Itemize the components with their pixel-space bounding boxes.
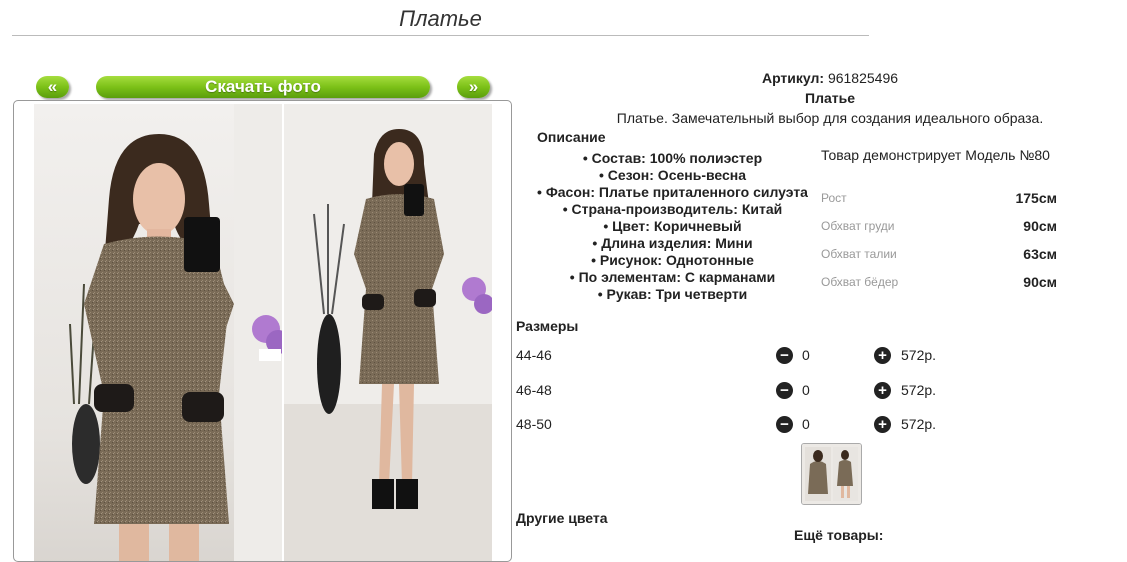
size-label: 46-48 (516, 382, 552, 398)
property-item: Фасон: Платье приталенного силуэта (500, 184, 845, 201)
size-quantity: 0 (802, 347, 810, 363)
other-colors-heading: Другие цвета (516, 510, 608, 526)
property-item: Длина изделия: Мини (500, 235, 845, 252)
property-list: Состав: 100% полиэстер Сезон: Осень-весн… (500, 150, 845, 303)
article-label: Артикул: (761, 70, 825, 86)
measure-row: Рост 175см (821, 184, 1057, 212)
prev-photo-button[interactable]: « (36, 76, 69, 98)
size-price: 572р. (901, 347, 937, 363)
sizes-heading: Размеры (516, 318, 579, 334)
measure-value: 63см (1023, 246, 1057, 262)
size-quantity: 0 (802, 382, 810, 398)
measure-row: Обхват бёдер 90см (821, 268, 1057, 296)
size-row: 48-50 − 0 + 572р. (516, 416, 956, 436)
photo-gallery (13, 100, 512, 562)
size-price: 572р. (901, 382, 937, 398)
size-row: 44-46 − 0 + 572р. (516, 347, 956, 367)
description-heading: Описание (537, 129, 606, 145)
property-item: Рисунок: Однотонные (500, 252, 845, 269)
next-photo-button[interactable]: » (457, 76, 490, 98)
measure-value: 175см (1015, 190, 1057, 206)
minus-circle-icon[interactable]: − (776, 416, 793, 433)
size-label: 44-46 (516, 347, 552, 363)
plus-circle-icon[interactable]: + (874, 347, 891, 364)
model-title: Товар демонстрирует Модель №80 (821, 147, 1050, 163)
measure-value: 90см (1023, 274, 1057, 290)
measure-label: Обхват груди (821, 219, 895, 233)
product-description: Платье. Замечательный выбор для создания… (616, 110, 1044, 126)
plus-circle-icon[interactable]: + (874, 416, 891, 433)
property-item: Страна-производитель: Китай (500, 201, 845, 218)
property-item: Цвет: Коричневый (500, 218, 845, 235)
article-value: 961825496 (827, 70, 899, 86)
page-title: Платье (399, 6, 482, 31)
measure-row: Обхват груди 90см (821, 212, 1057, 240)
product-photo-full[interactable] (284, 104, 492, 561)
measure-value: 90см (1023, 218, 1057, 234)
property-item: Рукав: Три четверти (500, 286, 845, 303)
product-photo-front[interactable] (34, 104, 282, 561)
size-quantity: 0 (802, 416, 810, 432)
model-measures: Рост 175см Обхват груди 90см Обхват тали… (821, 184, 1057, 296)
size-price: 572р. (901, 416, 937, 432)
more-goods-heading: Ещё товары: (794, 527, 884, 543)
property-item: Сезон: Осень-весна (500, 167, 845, 184)
product-thumbnail[interactable] (801, 443, 862, 505)
size-label: 48-50 (516, 416, 552, 432)
minus-circle-icon[interactable]: − (776, 347, 793, 364)
product-name: Платье (805, 90, 855, 106)
property-item: Состав: 100% полиэстер (500, 150, 845, 167)
download-photo-button[interactable]: Скачать фото (96, 76, 430, 98)
title-divider (12, 35, 869, 36)
measure-row: Обхват талии 63см (821, 240, 1057, 268)
measure-label: Обхват бёдер (821, 275, 899, 289)
plus-circle-icon[interactable]: + (874, 382, 891, 399)
measure-label: Рост (821, 191, 847, 205)
minus-circle-icon[interactable]: − (776, 382, 793, 399)
property-item: По элементам: С карманами (500, 269, 845, 286)
article-line: Артикул: 961825496 (700, 70, 960, 86)
measure-label: Обхват талии (821, 247, 897, 261)
size-row: 46-48 − 0 + 572р. (516, 382, 956, 402)
